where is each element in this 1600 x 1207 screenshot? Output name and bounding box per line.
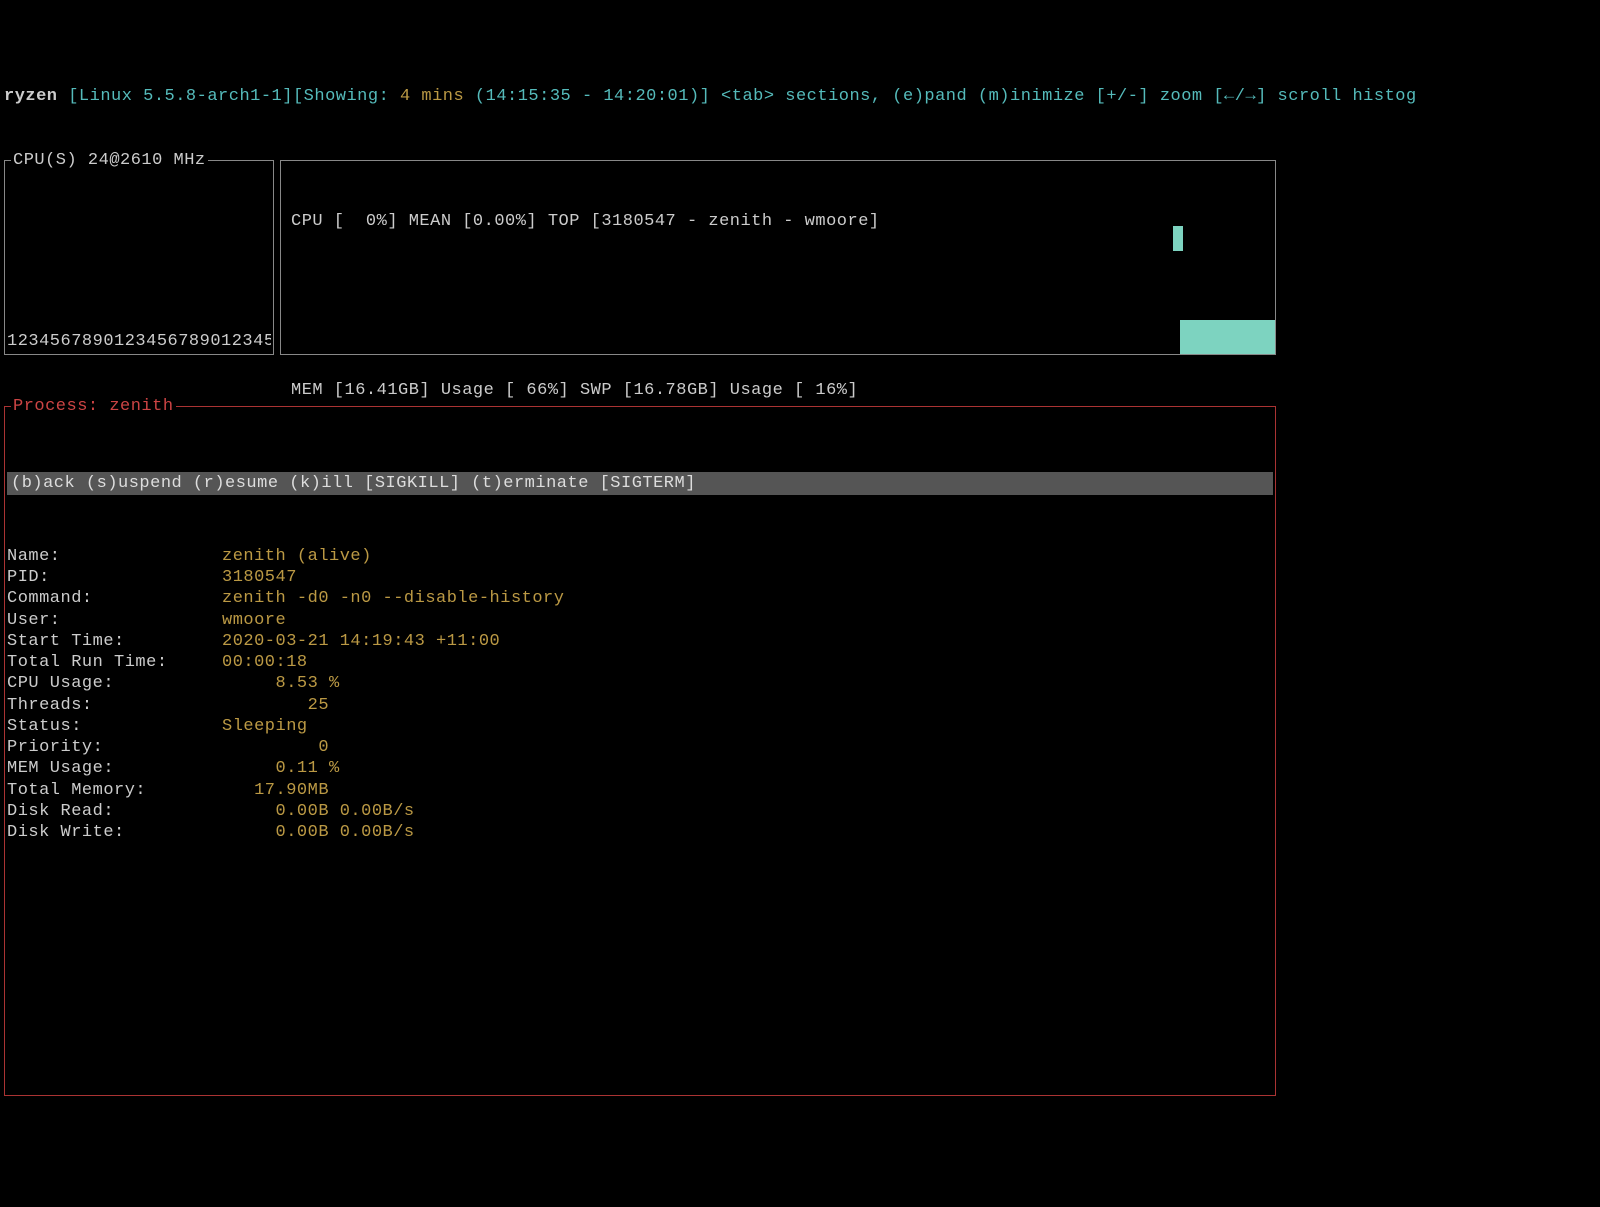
detail-row: Name:zenith (alive) [7, 546, 1273, 567]
detail-label: User: [7, 610, 222, 631]
detail-value: 25 [222, 695, 329, 716]
hostname: ryzen [4, 87, 58, 106]
detail-label: Start Time: [7, 631, 222, 652]
detail-label: Total Memory: [7, 780, 222, 801]
process-panel-title: Process: zenith [11, 396, 176, 417]
detail-label: Priority: [7, 737, 222, 758]
detail-label: Total Run Time: [7, 652, 222, 673]
detail-label: Disk Write: [7, 822, 222, 843]
detail-value: wmoore [222, 610, 286, 631]
detail-value: 0 [222, 737, 329, 758]
detail-value: Sleeping [222, 716, 308, 737]
cpu-sparkline-bar [1173, 226, 1183, 251]
detail-value: 8.53 % [222, 673, 340, 694]
detail-value: zenith (alive) [222, 546, 372, 567]
cpu-axis: 1234567890123456789012345678901234 [7, 331, 271, 352]
detail-row: Disk Read: 0.00B 0.00B/s [7, 801, 1273, 822]
detail-row: MEM Usage: 0.11 % [7, 758, 1273, 779]
detail-label: Command: [7, 588, 222, 609]
detail-row: Status:Sleeping [7, 716, 1273, 737]
mem-stats-line: MEM [16.41GB] Usage [ 66%] SWP [16.78GB]… [291, 380, 1265, 401]
mem-sparkline-bar-1 [1180, 320, 1275, 337]
detail-row: Command:zenith -d0 -n0 --disable-history [7, 588, 1273, 609]
detail-row: PID:3180547 [7, 567, 1273, 588]
cpu-panel: CPU(S) 24@2610 MHz 123456789012345678901… [4, 160, 274, 355]
process-details: Name:zenith (alive)PID:3180547Command:ze… [5, 538, 1275, 852]
detail-label: CPU Usage: [7, 673, 222, 694]
detail-row: Threads: 25 [7, 695, 1273, 716]
header-bar: ryzen [Linux 5.5.8-arch1-1][Showing: 4 m… [0, 85, 1280, 108]
detail-label: Threads: [7, 695, 222, 716]
stats-panel: CPU [ 0%] MEAN [0.00%] TOP [3180547 - ze… [280, 160, 1276, 355]
process-panel: Process: zenith (b)ack (s)uspend (r)esum… [4, 406, 1276, 1096]
showing-range: (14:15:35 - 14:20:01)] [475, 87, 710, 106]
detail-value: 3180547 [222, 567, 297, 588]
detail-row: CPU Usage: 8.53 % [7, 673, 1273, 694]
detail-row: Total Memory: 17.90MB [7, 780, 1273, 801]
key-hints: <tab> sections, (e)pand (m)inimize [+/-]… [710, 87, 1416, 106]
detail-row: Disk Write: 0.00B 0.00B/s [7, 822, 1273, 843]
detail-label: MEM Usage: [7, 758, 222, 779]
detail-label: PID: [7, 567, 222, 588]
detail-row: User:wmoore [7, 610, 1273, 631]
detail-row: Priority: 0 [7, 737, 1273, 758]
process-actions[interactable]: (b)ack (s)uspend (r)esume (k)ill [SIGKIL… [7, 472, 1273, 495]
detail-row: Total Run Time:00:00:18 [7, 652, 1273, 673]
detail-label: Status: [7, 716, 222, 737]
detail-value: 17.90MB [222, 780, 329, 801]
detail-row: Start Time:2020-03-21 14:19:43 +11:00 [7, 631, 1273, 652]
cpu-panel-title: CPU(S) 24@2610 MHz [11, 150, 208, 171]
detail-label: Name: [7, 546, 222, 567]
detail-label: Disk Read: [7, 801, 222, 822]
detail-value: 0.00B 0.00B/s [222, 822, 415, 843]
detail-value: zenith -d0 -n0 --disable-history [222, 588, 564, 609]
detail-value: 0.00B 0.00B/s [222, 801, 415, 822]
showing-duration: 4 mins [389, 87, 475, 106]
detail-value: 00:00:18 [222, 652, 308, 673]
showing-label: [Showing: [293, 87, 389, 106]
kernel-version: [Linux 5.5.8-arch1-1] [68, 87, 293, 106]
mem-sparkline-bar-2 [1180, 337, 1275, 354]
detail-value: 0.11 % [222, 758, 340, 779]
cpu-stats-line: CPU [ 0%] MEAN [0.00%] TOP [3180547 - ze… [291, 211, 1265, 232]
detail-value: 2020-03-21 14:19:43 +11:00 [222, 631, 500, 652]
